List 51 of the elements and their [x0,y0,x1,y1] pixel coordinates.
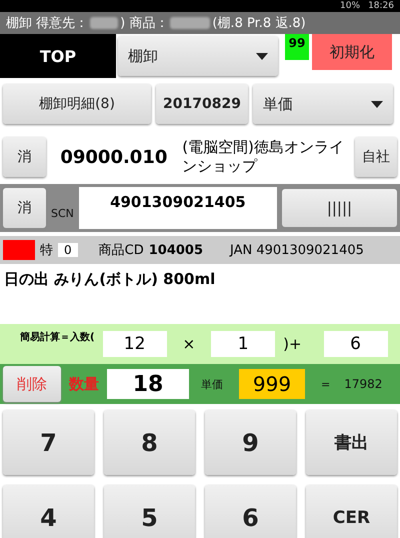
key-button[interactable]: 8 [104,410,195,475]
status-square [3,240,35,260]
counter-badge: 99 [285,34,309,60]
qty-label: 数量 [69,374,99,394]
scan-label: SCN [51,207,74,220]
battery-text: 10% [340,0,360,12]
cases-field[interactable]: 1 [211,331,276,357]
scan-field[interactable]: 4901309021405 [78,187,277,229]
plus-sign: )+ [283,335,302,353]
key-button[interactable]: 書出 [306,410,397,475]
price-field[interactable]: 999 [239,369,305,399]
special-field: 0 [58,243,78,257]
key-button[interactable]: CER [306,485,397,538]
redacted-block [90,17,118,29]
top-button[interactable]: TOP [0,34,116,78]
title-text: (棚.8 Pr.8 返.8) [212,15,306,32]
key-button[interactable]: 4 [3,485,94,538]
clear-button[interactable]: 消 [3,137,46,177]
caret-icon [371,100,383,108]
title-text: 棚卸 得意先： [6,15,88,32]
date-button[interactable]: 20170829 [156,84,248,124]
caret-icon [256,52,268,60]
key-button[interactable]: 5 [104,485,195,538]
price-dropdown[interactable]: 単価 [253,84,393,124]
own-company-button[interactable]: 自社 [355,137,397,177]
jan-code: JAN 4901309021405 [230,242,364,258]
barcode-button[interactable]: ||||| [282,189,397,227]
title-text: ) 商品： [120,15,168,32]
total-value: 17982 [344,377,382,391]
price-label: 単価 [201,376,223,392]
key-button[interactable]: 7 [3,410,94,475]
customer-code: 09000.010 [59,146,168,168]
detail-button[interactable]: 棚卸明細(8) [3,84,151,124]
equals-sign: = [321,378,330,390]
product-name: 日の出 みりん(ボトル) 800ml [4,270,216,288]
redacted-block [170,17,210,29]
key-button[interactable]: 6 [205,485,296,538]
mode-dropdown[interactable]: 棚卸 [118,36,278,76]
calc-label: 簡易計算＝入数( [20,330,95,344]
key-button[interactable]: 9 [205,410,296,475]
case-qty-field[interactable]: 12 [102,331,167,357]
clear-button[interactable]: 消 [3,188,46,228]
special-label: 特 [40,242,53,259]
reset-button[interactable]: 初期化 [312,34,392,70]
product-cd-label: 商品CD [98,242,144,259]
loose-field[interactable]: 6 [324,331,388,357]
customer-name: (電脳空間)徳島オンラインショップ [182,138,345,176]
qty-field[interactable]: 18 [107,369,189,399]
times-sign: × [182,335,196,353]
clock-text: 18:26 [368,0,394,12]
product-cd: 104005 [148,242,204,258]
